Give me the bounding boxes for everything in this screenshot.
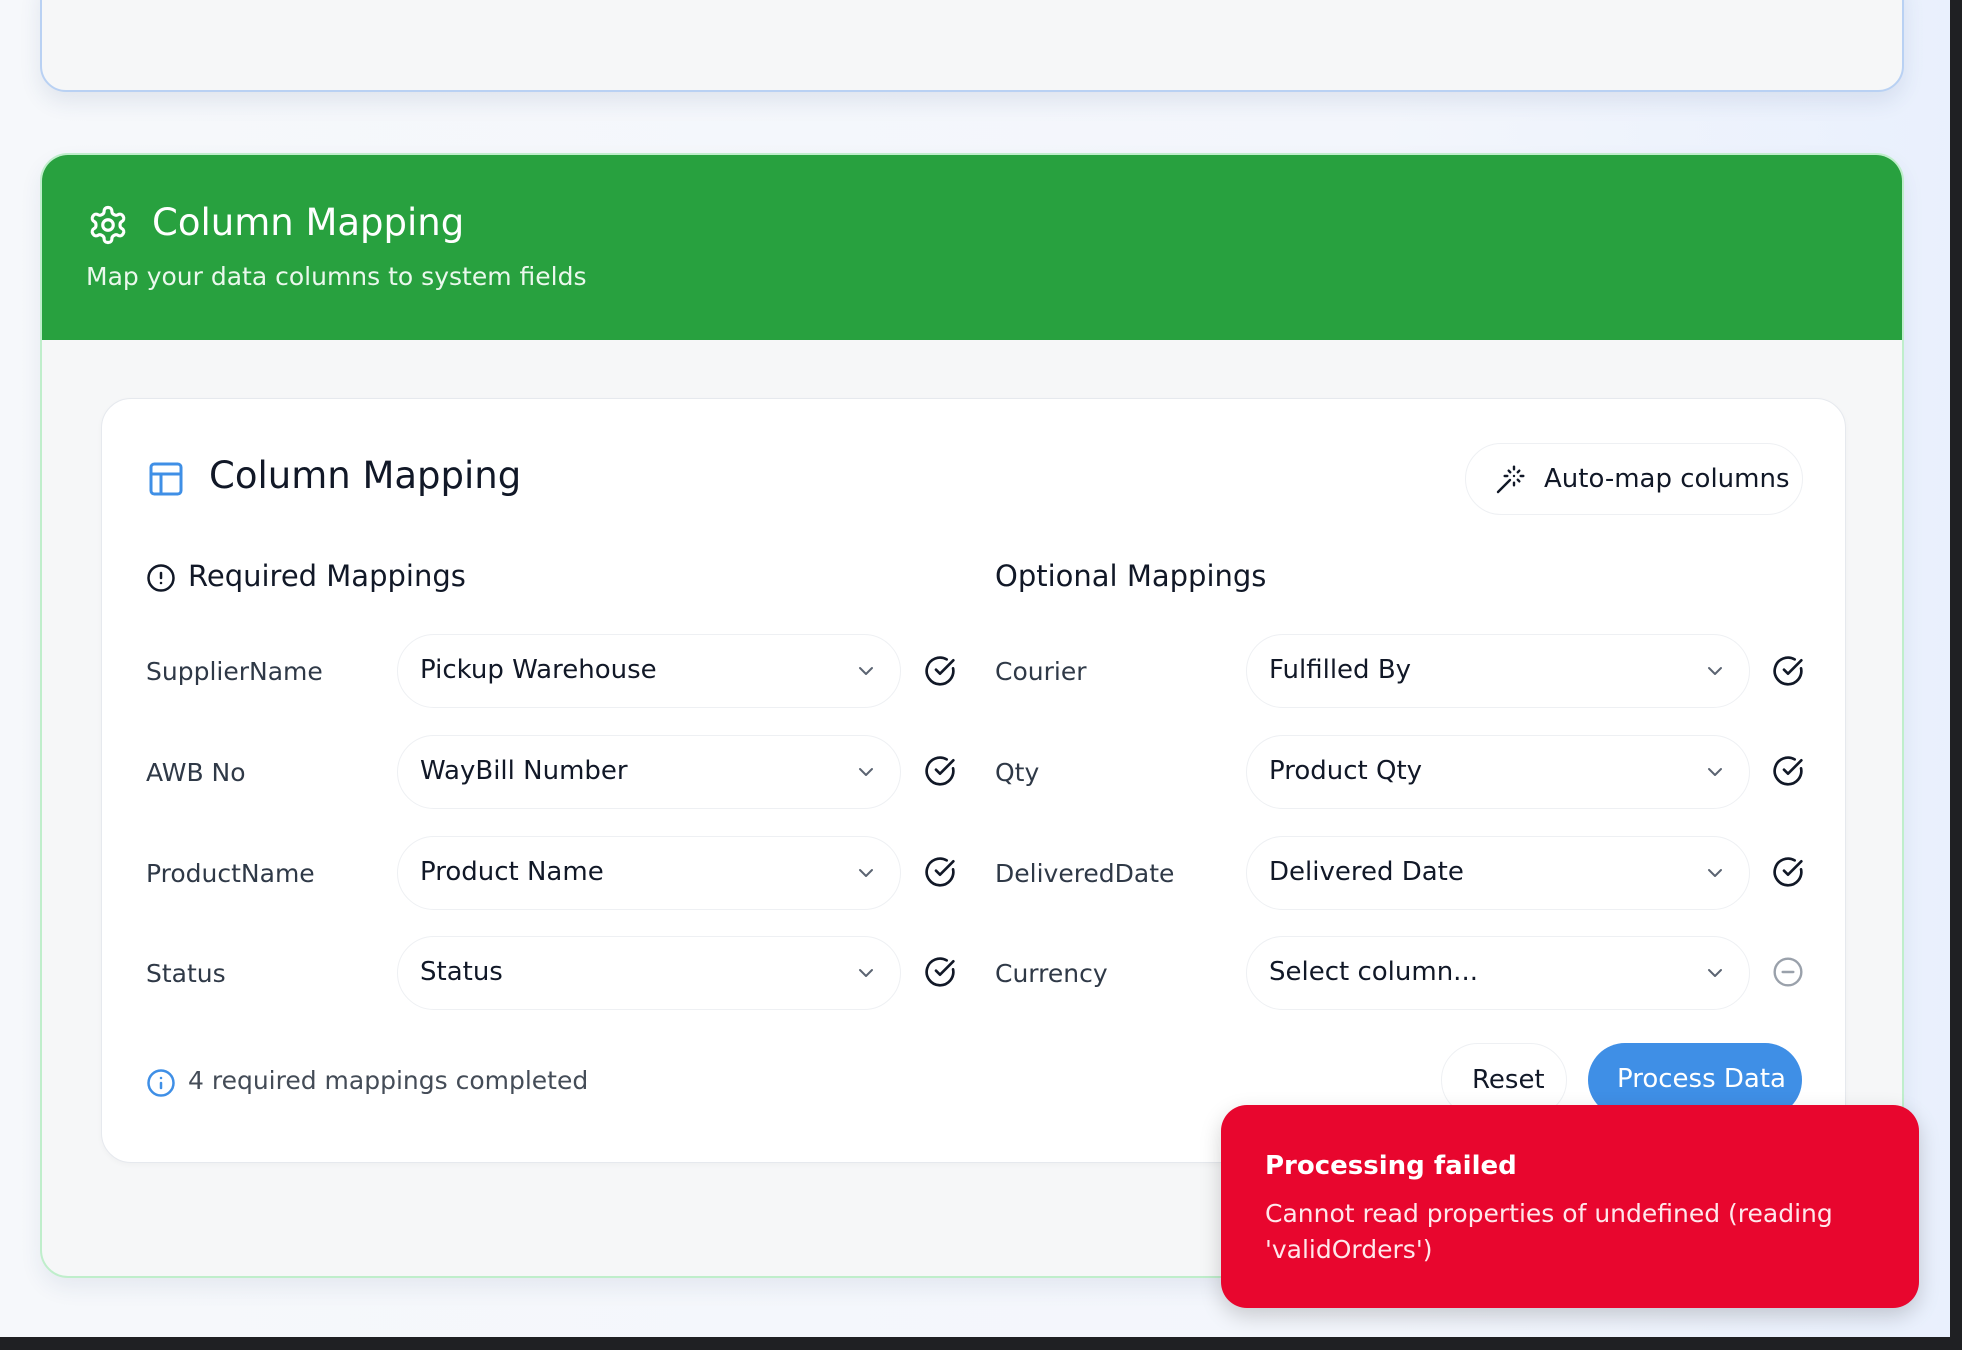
toast-title: Processing failed [1265, 1151, 1517, 1181]
chevron-down-icon [1708, 768, 1722, 776]
chevron-down-icon [1708, 969, 1722, 977]
awb-select[interactable]: WayBill Number [397, 735, 901, 809]
window-bottom-border [0, 1337, 1962, 1350]
chevron-down-icon [859, 869, 873, 877]
chevron-down-icon [1708, 869, 1722, 877]
required-mappings-title: Required Mappings [188, 559, 466, 593]
required-label-product: ProductName [146, 859, 315, 888]
optional-label-courier: Courier [995, 657, 1087, 686]
card-title: Column Mapping [209, 454, 522, 497]
select-value: Status [420, 957, 503, 987]
reset-label: Reset [1472, 1065, 1545, 1095]
table-icon [149, 462, 183, 496]
optional-mappings-title: Optional Mappings [995, 559, 1267, 593]
error-toast[interactable]: Processing failed Cannot read properties… [1221, 1105, 1919, 1308]
check-circle-icon [1773, 656, 1803, 686]
status-select[interactable]: Status [397, 936, 901, 1010]
select-value: Product Name [420, 857, 604, 887]
check-circle-icon [925, 957, 955, 987]
process-label: Process Data [1617, 1064, 1786, 1094]
supplier-select[interactable]: Pickup Warehouse [397, 634, 901, 708]
chevron-down-icon [1708, 667, 1722, 675]
select-value: Product Qty [1269, 756, 1423, 786]
select-value: WayBill Number [420, 756, 628, 786]
viewport: Column Mapping Map your data columns to … [0, 0, 1962, 1337]
previous-section-card [40, 0, 1904, 92]
courier-select[interactable]: Fulfilled By [1246, 634, 1750, 708]
required-label-supplier: SupplierName [146, 657, 323, 686]
mapping-status-text: 4 required mappings completed [188, 1066, 589, 1095]
select-value: Pickup Warehouse [420, 655, 657, 685]
delivered-date-select[interactable]: Delivered Date [1246, 836, 1750, 910]
check-circle-icon [925, 857, 955, 887]
chevron-down-icon [859, 969, 873, 977]
check-circle-icon [1773, 857, 1803, 887]
minus-circle-icon [1773, 957, 1803, 987]
info-icon [147, 1069, 175, 1097]
window-right-border [1950, 0, 1962, 1350]
alert-circle-icon [147, 564, 175, 592]
gear-icon [90, 205, 126, 245]
toast-message: Cannot read properties of undefined (rea… [1265, 1199, 1833, 1264]
select-value: Delivered Date [1269, 857, 1464, 887]
chevron-down-icon [859, 768, 873, 776]
check-circle-icon [925, 656, 955, 686]
section-title: Column Mapping [152, 201, 465, 244]
mapping-card: Column Mapping Auto-map columns Required… [101, 398, 1846, 1163]
magic-wand-icon [1496, 465, 1525, 494]
required-label-status: Status [146, 959, 226, 988]
qty-select[interactable]: Product Qty [1246, 735, 1750, 809]
optional-label-currency: Currency [995, 959, 1108, 988]
product-select[interactable]: Product Name [397, 836, 901, 910]
check-circle-icon [925, 756, 955, 786]
check-circle-icon [1773, 756, 1803, 786]
auto-map-button[interactable]: Auto-map columns [1465, 443, 1803, 515]
chevron-down-icon [859, 667, 873, 675]
section-subtitle: Map your data columns to system fields [86, 262, 587, 291]
select-value: Fulfilled By [1269, 655, 1412, 685]
optional-label-qty: Qty [995, 758, 1040, 787]
optional-label-delivered-date: DeliveredDate [995, 859, 1175, 888]
auto-map-label: Auto-map columns [1544, 464, 1790, 494]
section-header: Column Mapping Map your data columns to … [42, 155, 1902, 340]
currency-select[interactable]: Select column... [1246, 936, 1750, 1010]
select-value: Select column... [1269, 957, 1478, 987]
required-label-awb: AWB No [146, 758, 246, 787]
